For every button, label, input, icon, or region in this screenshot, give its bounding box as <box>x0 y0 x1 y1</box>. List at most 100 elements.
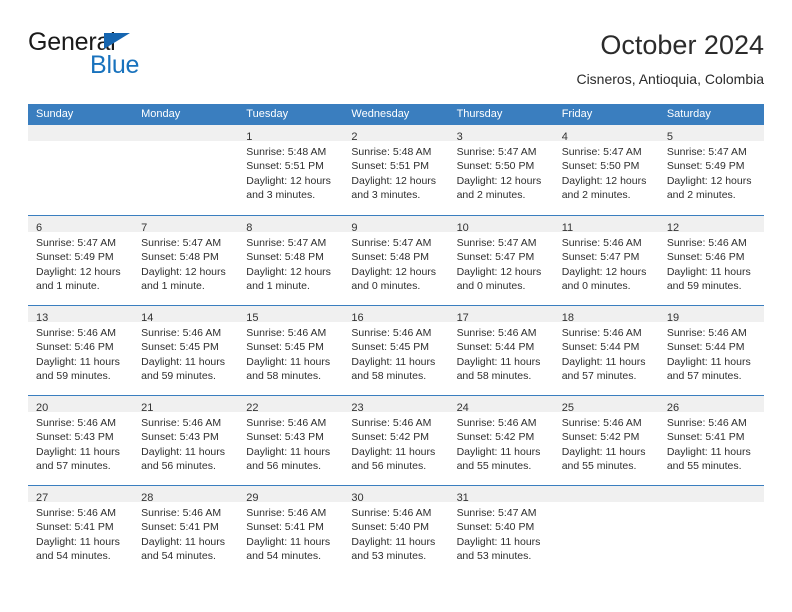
daylight-text: Daylight: 12 hours and 1 minute. <box>246 265 331 292</box>
day-number-band: 28 <box>133 486 239 504</box>
general-blue-logo[interactable]: General Blue <box>28 28 248 88</box>
day-number-band: 11 <box>553 216 659 234</box>
day-cell[interactable]: 25 Sunrise: 5:46 AM Sunset: 5:42 PM Dayligh… <box>553 396 659 485</box>
sunrise-text: Sunrise: 5:46 AM <box>246 507 327 519</box>
day-number-band: 27 <box>28 486 134 504</box>
day-cell[interactable]: 10 Sunrise: 5:47 AM Sunset: 5:47 PM Dayligh… <box>448 216 554 305</box>
day-cell[interactable]: 9 Sunrise: 5:47 AM Sunset: 5:48 PM Daylight… <box>343 216 449 305</box>
daylight-text: Daylight: 11 hours and 57 minutes. <box>666 355 751 382</box>
day-number-band: 2 <box>343 125 449 143</box>
sunset-text: Sunset: 5:42 PM <box>456 431 535 444</box>
title-block: October 2024 Cisneros, Antioquia, Colomb… <box>576 28 764 89</box>
daylight-text: Daylight: 11 hours and 56 minutes. <box>246 445 331 472</box>
day-cell[interactable]: 28 Sunrise: 5:46 AM Sunset: 5:41 PM Dayligh… <box>133 486 239 575</box>
day-info: Sunrise: 5:46 AM Sunset: 5:43 PM Daylight:… <box>238 412 343 473</box>
week-row: 6 Sunrise: 5:47 AM Sunset: 5:49 PM Daylight… <box>28 215 764 305</box>
weekday-header-wednesday: Wednesday <box>351 108 410 120</box>
day-cell[interactable]: 5 Sunrise: 5:47 AM Sunset: 5:49 PM Daylight… <box>658 125 764 215</box>
day-number-band: 12 <box>658 216 764 234</box>
weekday-header-monday: Monday <box>141 108 181 120</box>
day-info: Sunrise: 5:46 AM Sunset: 5:47 PM Daylight:… <box>554 232 659 293</box>
day-cell[interactable]: 3 Sunrise: 5:47 AM Sunset: 5:50 PM Daylight… <box>448 125 554 215</box>
sunrise-text: Sunrise: 5:47 AM <box>351 237 432 249</box>
daylight-text: Daylight: 11 hours and 58 minutes. <box>351 355 436 382</box>
day-cell[interactable]: 7 Sunrise: 5:47 AM Sunset: 5:48 PM Daylight… <box>133 216 239 305</box>
day-cell[interactable]: 2 Sunrise: 5:48 AM Sunset: 5:51 PM Daylight… <box>343 125 449 215</box>
day-cell[interactable]: 23 Sunrise: 5:46 AM Sunset: 5:42 PM Dayligh… <box>343 396 449 485</box>
sunrise-text: Sunrise: 5:46 AM <box>351 417 432 429</box>
day-cell[interactable]: 24 Sunrise: 5:46 AM Sunset: 5:42 PM Dayligh… <box>448 396 554 485</box>
day-number-band: 8 <box>238 216 344 234</box>
page-title: October 2024 <box>600 30 764 60</box>
day-cell[interactable]: 13 Sunrise: 5:46 AM Sunset: 5:46 PM Dayligh… <box>28 306 134 395</box>
day-info: Sunrise: 5:46 AM Sunset: 5:44 PM Daylight:… <box>659 322 764 383</box>
daylight-text: Daylight: 12 hours and 0 minutes. <box>561 265 647 292</box>
sunrise-text: Sunrise: 5:46 AM <box>456 417 537 429</box>
day-cell[interactable]: 6 Sunrise: 5:47 AM Sunset: 5:49 PM Daylight… <box>28 216 134 305</box>
sunset-text: Sunset: 5:45 PM <box>246 341 324 354</box>
sunrise-text: Sunrise: 5:46 AM <box>36 507 116 519</box>
day-number: 16 <box>351 312 364 324</box>
daylight-text: Daylight: 11 hours and 59 minutes. <box>666 265 751 292</box>
day-cell[interactable]: 11 Sunrise: 5:46 AM Sunset: 5:47 PM Dayligh… <box>553 216 659 305</box>
sunset-text: Sunset: 5:45 PM <box>141 341 219 354</box>
day-number-band: 19 <box>658 306 764 324</box>
sunrise-text: Sunrise: 5:46 AM <box>141 507 222 519</box>
day-number: 25 <box>561 402 574 414</box>
sunset-text: Sunset: 5:41 PM <box>36 521 114 534</box>
day-info: Sunrise: 5:47 AM Sunset: 5:50 PM Daylight:… <box>449 141 554 202</box>
day-number-band: 22 <box>238 396 344 414</box>
sunrise-text: Sunrise: 5:47 AM <box>456 237 537 249</box>
day-number-band: 6 <box>28 216 134 234</box>
day-cell[interactable]: 29 Sunrise: 5:46 AM Sunset: 5:41 PM Dayligh… <box>238 486 344 575</box>
daylight-text: Daylight: 11 hours and 55 minutes. <box>561 445 646 472</box>
day-cell[interactable]: 27 Sunrise: 5:46 AM Sunset: 5:41 PM Dayligh… <box>28 486 134 575</box>
day-cell[interactable]: 20 Sunrise: 5:46 AM Sunset: 5:43 PM Dayligh… <box>28 396 134 485</box>
day-number: 11 <box>561 222 574 234</box>
day-cell-empty <box>28 125 134 215</box>
day-cell[interactable]: 19 Sunrise: 5:46 AM Sunset: 5:44 PM Dayligh… <box>658 306 764 395</box>
sunrise-text: Sunrise: 5:47 AM <box>561 146 642 158</box>
day-cell[interactable]: 21 Sunrise: 5:46 AM Sunset: 5:43 PM Dayligh… <box>133 396 239 485</box>
weekday-header-tuesday: Tuesday <box>246 108 289 120</box>
day-number: 27 <box>36 492 49 504</box>
daylight-text: Daylight: 12 hours and 1 minute. <box>141 265 226 292</box>
day-cell[interactable]: 1 Sunrise: 5:48 AM Sunset: 5:51 PM Daylight… <box>238 125 344 215</box>
day-number: 21 <box>141 402 154 414</box>
day-number-band <box>553 486 659 502</box>
sunrise-text: Sunrise: 5:46 AM <box>666 327 747 339</box>
day-cell[interactable]: 22 Sunrise: 5:46 AM Sunset: 5:43 PM Dayligh… <box>238 396 344 485</box>
day-cell[interactable]: 14 Sunrise: 5:46 AM Sunset: 5:45 PM Dayligh… <box>133 306 239 395</box>
day-cell-empty <box>553 486 659 575</box>
day-number-band: 26 <box>658 396 764 414</box>
week-row: 1 Sunrise: 5:48 AM Sunset: 5:51 PM Daylight… <box>28 125 764 215</box>
day-cell[interactable]: 30 Sunrise: 5:46 AM Sunset: 5:40 PM Dayligh… <box>343 486 449 575</box>
day-cell[interactable]: 15 Sunrise: 5:46 AM Sunset: 5:45 PM Dayligh… <box>238 306 344 395</box>
day-number-band: 3 <box>448 125 554 143</box>
day-cell[interactable]: 8 Sunrise: 5:47 AM Sunset: 5:48 PM Daylight… <box>238 216 344 305</box>
day-number-band: 31 <box>448 486 554 504</box>
weekday-header-thursday: Thursday <box>456 108 503 120</box>
day-number: 2 <box>351 131 358 143</box>
day-info: Sunrise: 5:46 AM Sunset: 5:40 PM Daylight:… <box>343 502 448 563</box>
day-number: 17 <box>456 312 469 324</box>
day-cell[interactable]: 26 Sunrise: 5:46 AM Sunset: 5:41 PM Dayligh… <box>658 396 764 485</box>
day-cell[interactable]: 31 Sunrise: 5:47 AM Sunset: 5:40 PM Dayligh… <box>448 486 554 575</box>
day-info: Sunrise: 5:47 AM Sunset: 5:48 PM Daylight:… <box>133 232 238 293</box>
daylight-text: Daylight: 11 hours and 54 minutes. <box>36 535 120 562</box>
day-cell[interactable]: 4 Sunrise: 5:47 AM Sunset: 5:50 PM Daylight… <box>553 125 659 215</box>
sunset-text: Sunset: 5:41 PM <box>141 521 219 534</box>
day-number-band: 7 <box>133 216 239 234</box>
sunrise-text: Sunrise: 5:46 AM <box>36 327 116 339</box>
day-info: Sunrise: 5:46 AM Sunset: 5:41 PM Daylight:… <box>659 412 764 473</box>
day-cell[interactable]: 18 Sunrise: 5:46 AM Sunset: 5:44 PM Dayligh… <box>553 306 659 395</box>
day-cell[interactable]: 12 Sunrise: 5:46 AM Sunset: 5:46 PM Dayligh… <box>658 216 764 305</box>
day-info: Sunrise: 5:46 AM Sunset: 5:42 PM Daylight:… <box>554 412 659 473</box>
day-cell[interactable]: 16 Sunrise: 5:46 AM Sunset: 5:45 PM Dayligh… <box>343 306 449 395</box>
sunrise-text: Sunrise: 5:46 AM <box>351 507 432 519</box>
day-cell[interactable]: 17 Sunrise: 5:46 AM Sunset: 5:44 PM Dayligh… <box>448 306 554 395</box>
sunrise-text: Sunrise: 5:48 AM <box>246 146 327 158</box>
day-number-band: 24 <box>448 396 554 414</box>
day-info: Sunrise: 5:46 AM Sunset: 5:43 PM Daylight:… <box>28 412 133 473</box>
day-info: Sunrise: 5:46 AM Sunset: 5:43 PM Daylight:… <box>133 412 238 473</box>
